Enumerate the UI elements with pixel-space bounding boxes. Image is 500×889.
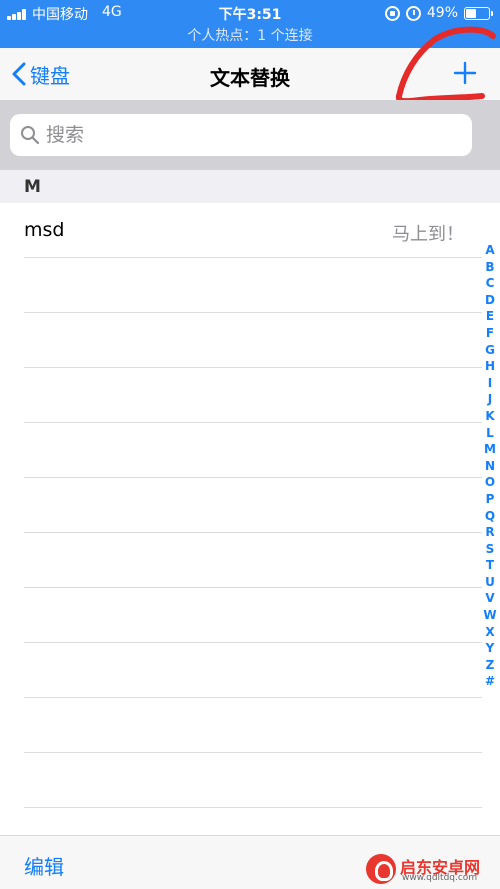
replacement-list: msd 马上到！ bbox=[0, 203, 500, 808]
search-bar[interactable] bbox=[10, 114, 472, 156]
page-title: 文本替换 bbox=[210, 66, 290, 90]
index-letter[interactable]: R bbox=[481, 524, 499, 541]
status-icons: 49% bbox=[384, 3, 493, 23]
index-letter[interactable]: H bbox=[481, 358, 499, 375]
index-letter[interactable]: F bbox=[481, 325, 499, 342]
battery-icon bbox=[464, 6, 493, 20]
empty-row bbox=[24, 368, 482, 423]
index-letter[interactable]: I bbox=[481, 375, 499, 392]
index-letter[interactable]: W bbox=[481, 607, 499, 624]
list-item[interactable]: msd 马上到！ bbox=[24, 203, 482, 258]
index-letter[interactable]: C bbox=[481, 275, 499, 292]
nav-bar: 键盘 文本替换 bbox=[0, 48, 500, 100]
index-letter[interactable]: M bbox=[481, 441, 499, 458]
empty-row bbox=[24, 533, 482, 588]
empty-row bbox=[24, 258, 482, 313]
index-letter[interactable]: X bbox=[481, 624, 499, 641]
watermark-logo-icon bbox=[366, 854, 396, 884]
empty-row bbox=[24, 423, 482, 478]
index-letter[interactable]: P bbox=[481, 491, 499, 508]
empty-row bbox=[24, 478, 482, 533]
index-letter[interactable]: Y bbox=[481, 640, 499, 657]
add-button[interactable] bbox=[450, 58, 480, 88]
index-letter[interactable]: V bbox=[481, 590, 499, 607]
section-header: M bbox=[0, 170, 500, 203]
index-letter[interactable]: K bbox=[481, 408, 499, 425]
section-index[interactable]: A B C D E F G H I J K L M N O P Q R S T U V W X Y Z # bbox=[481, 242, 499, 690]
plus-icon bbox=[453, 61, 477, 85]
index-letter[interactable]: S bbox=[481, 541, 499, 558]
watermark-url: www.qdltdq.com bbox=[402, 873, 478, 883]
index-letter[interactable]: O bbox=[481, 474, 499, 491]
index-letter[interactable]: L bbox=[481, 425, 499, 442]
index-letter[interactable]: U bbox=[481, 574, 499, 591]
search-input[interactable] bbox=[46, 114, 456, 156]
index-letter[interactable]: D bbox=[481, 292, 499, 309]
section-letter: M bbox=[24, 177, 41, 197]
index-letter[interactable]: N bbox=[481, 458, 499, 475]
battery-fill bbox=[466, 8, 476, 18]
empty-row bbox=[24, 643, 482, 698]
status-bar: 中国移动 4G 下午3:51 49% 个人热点：1 个连接 bbox=[0, 0, 500, 48]
phrase-text: 马上到！ bbox=[392, 224, 464, 245]
battery-percent: 49% bbox=[426, 5, 458, 21]
index-letter[interactable]: G bbox=[481, 342, 499, 359]
empty-row bbox=[24, 698, 482, 753]
edit-button[interactable]: 编辑 bbox=[24, 851, 64, 880]
empty-row bbox=[24, 753, 482, 808]
empty-row bbox=[24, 313, 482, 368]
hotspot-banner[interactable]: 个人热点：1 个连接 bbox=[0, 25, 500, 45]
index-letter[interactable]: A bbox=[481, 242, 499, 259]
rotation-lock-icon bbox=[384, 5, 400, 21]
index-letter[interactable]: E bbox=[481, 308, 499, 325]
index-letter[interactable]: J bbox=[481, 391, 499, 408]
empty-row bbox=[24, 588, 482, 643]
index-letter[interactable]: # bbox=[481, 673, 499, 690]
watermark: 启东安卓网 www.qdltdq.com bbox=[366, 852, 494, 886]
search-icon bbox=[21, 126, 40, 145]
index-letter[interactable]: T bbox=[481, 557, 499, 574]
search-area bbox=[0, 100, 500, 170]
index-letter[interactable]: Q bbox=[481, 508, 499, 525]
status-row: 中国移动 4G 下午3:51 49% bbox=[0, 0, 500, 26]
index-letter[interactable]: Z bbox=[481, 657, 499, 674]
alarm-icon bbox=[405, 5, 421, 21]
index-letter[interactable]: B bbox=[481, 259, 499, 276]
shortcut-text: msd bbox=[24, 219, 65, 241]
